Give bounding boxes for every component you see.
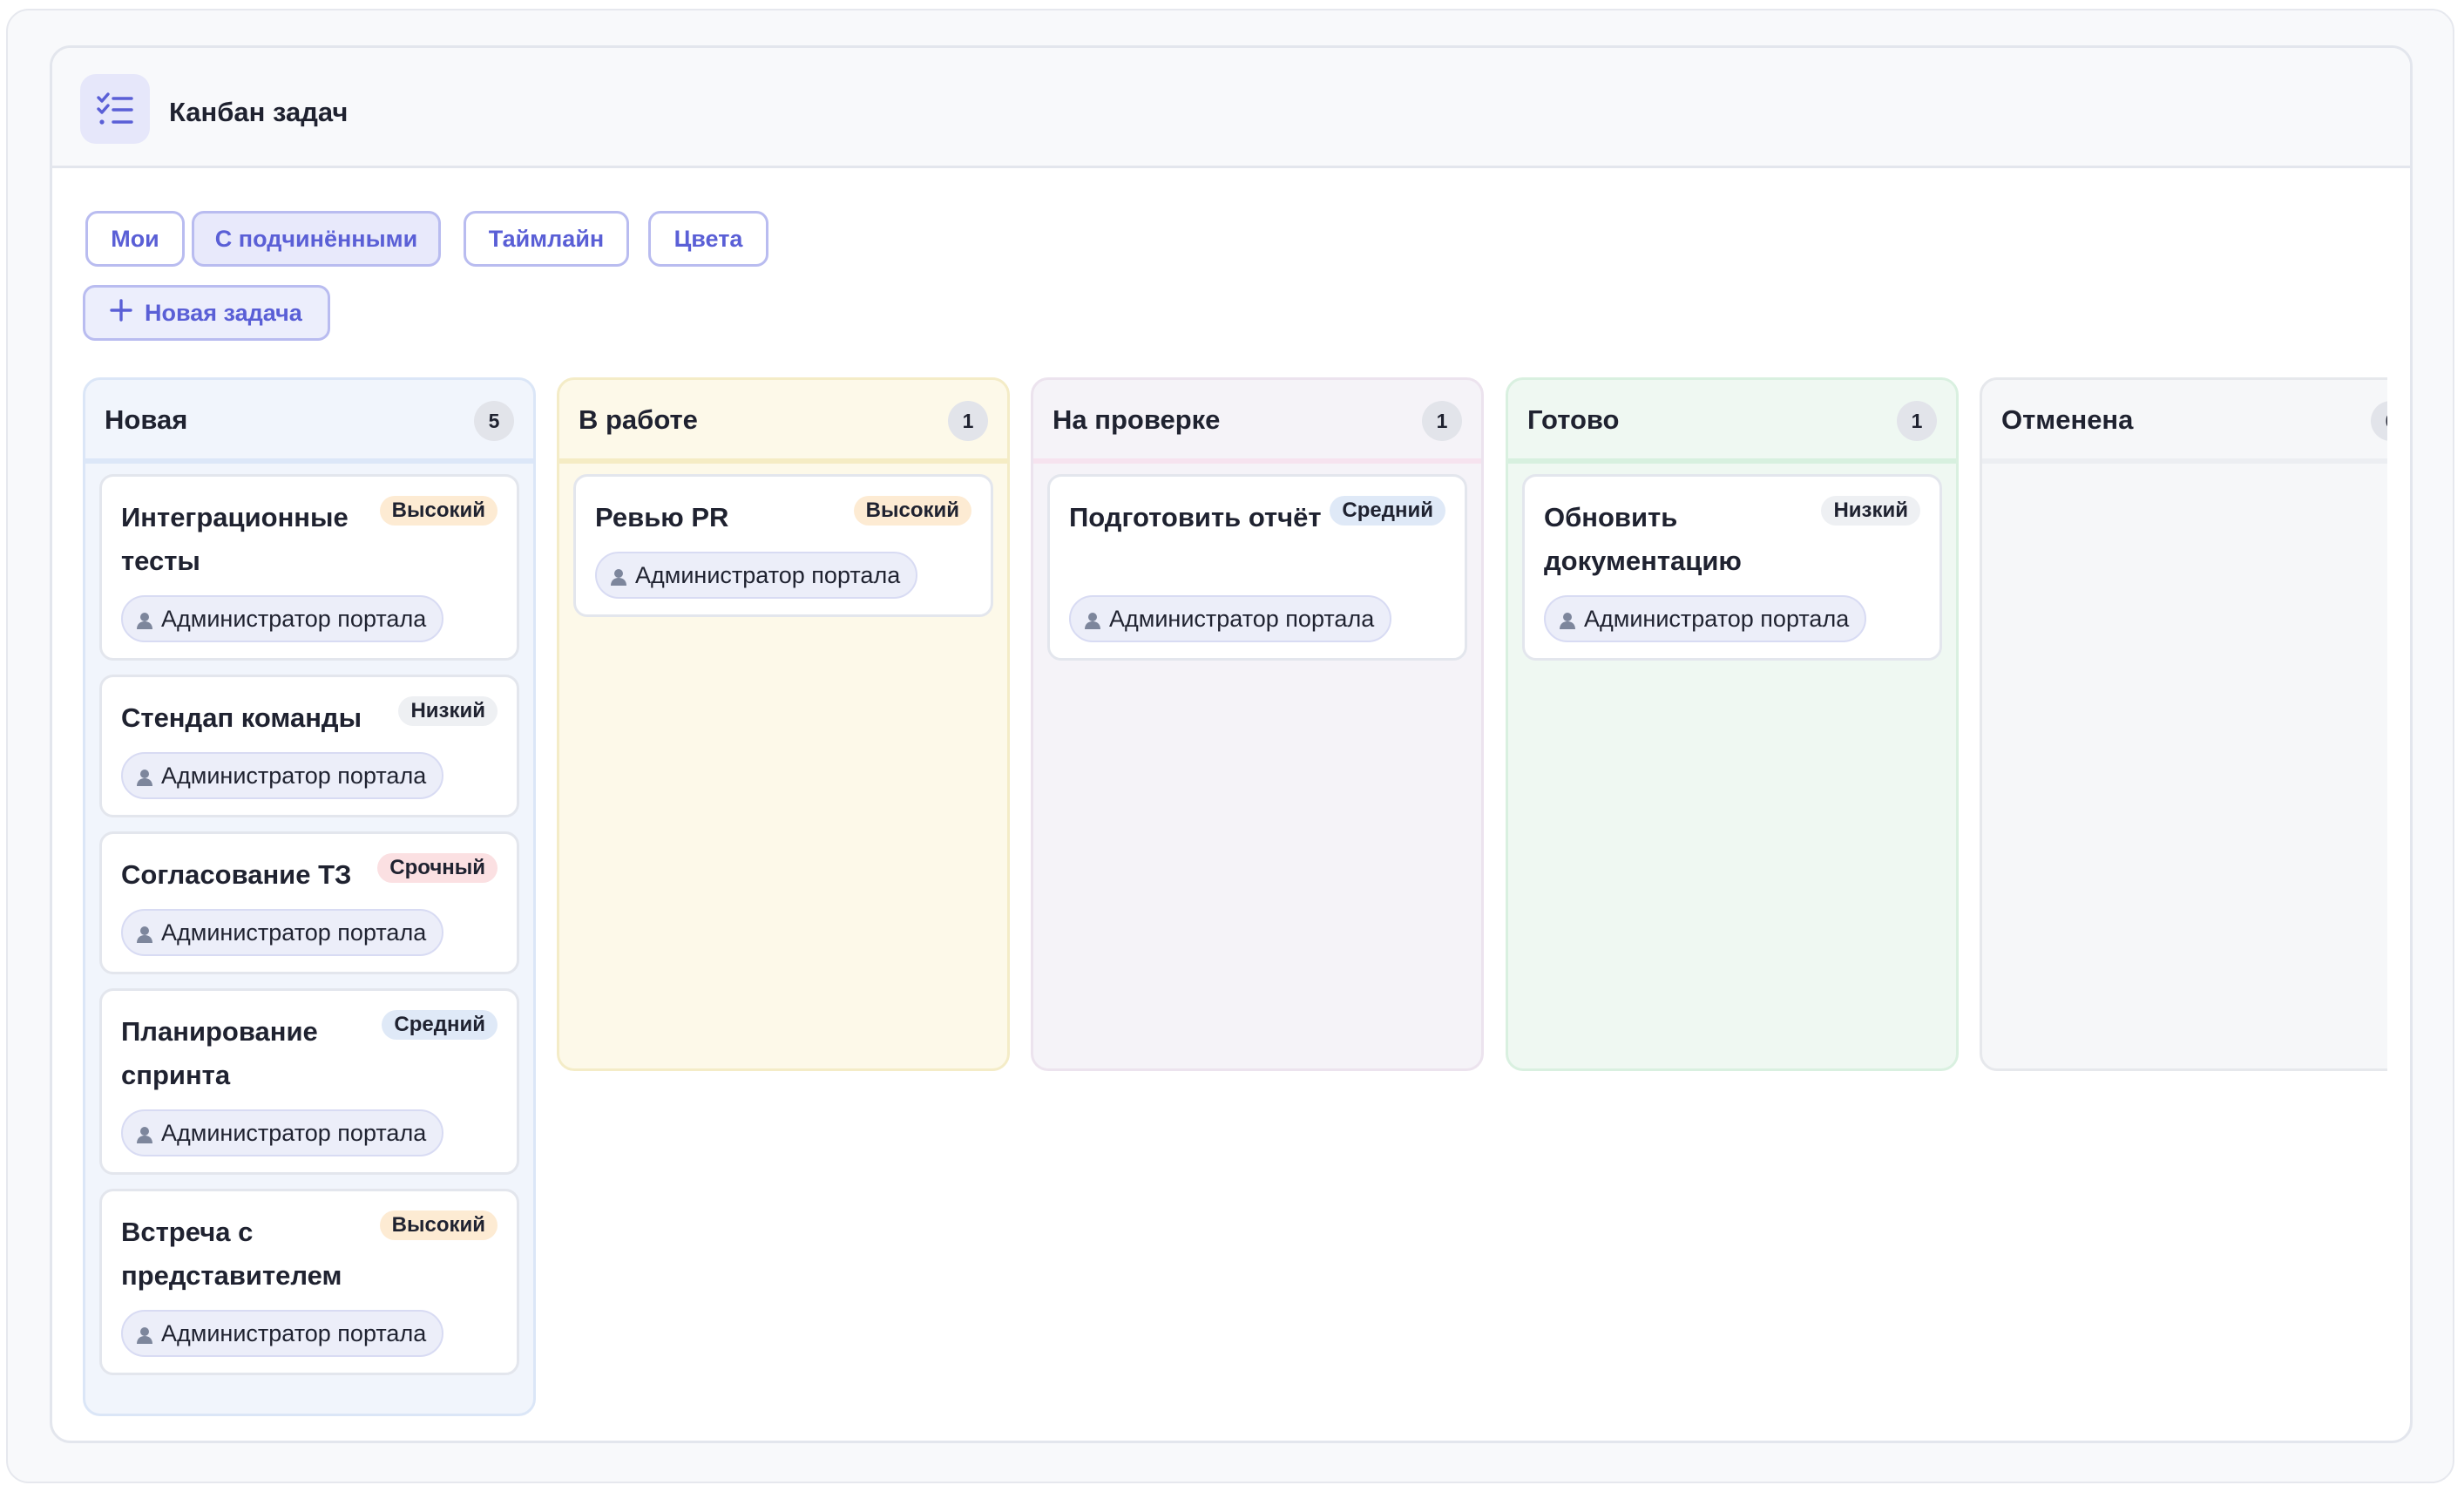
assignee-name: Администратор портала (161, 605, 427, 632)
plus-icon (110, 298, 132, 328)
task-title: Подготовить отчёт (1069, 502, 1322, 532)
assignee-name: Администратор портала (635, 561, 901, 588)
checklist-icon (80, 74, 150, 144)
assignee-name: Администратор портала (161, 1319, 427, 1346)
priority-badge: Средний (382, 1010, 498, 1040)
assignee-chip[interactable]: Администратор портала (121, 909, 444, 956)
column-title: Готово (1527, 404, 1620, 435)
column-count-badge: 5 (474, 401, 514, 441)
task-card[interactable]: Ревью PR Высокий Администратор портала (573, 474, 993, 617)
filter-colors-button[interactable]: Цвета (648, 211, 768, 267)
column-4: Отменена 0 (1980, 377, 2387, 1071)
column-header: Отменена 0 (1982, 380, 2387, 464)
assignee-name: Администратор портала (161, 762, 427, 789)
assignee-name: Администратор портала (161, 1119, 427, 1146)
card-list: Подготовить отчёт Средний Администратор по… (1033, 464, 1481, 687)
assignee-name: Администратор портала (161, 919, 427, 946)
task-card[interactable]: Планирование спринта Средний Администратор… (99, 988, 519, 1175)
assignee-name: Администратор портала (1584, 605, 1850, 632)
task-card[interactable]: Стендап команды Низкий Администратор порта… (99, 675, 519, 817)
column-3: Готово 1 Обновить документацию Низкий Админи… (1506, 377, 1959, 1071)
column-count-badge: 1 (1422, 401, 1462, 441)
column-count-badge: 1 (1897, 401, 1937, 441)
app-frame: Канбан задач Мои С подчинёнными Таймлайн… (6, 9, 2454, 1483)
priority-badge: Низкий (398, 696, 498, 726)
assignee-chip[interactable]: Администратор портала (595, 552, 918, 599)
kanban-panel: Канбан задач Мои С подчинёнными Таймлайн… (50, 45, 2413, 1443)
column-header: На проверке 1 (1033, 380, 1481, 464)
assignee-chip[interactable]: Администратор портала (121, 1109, 444, 1156)
card-list: Ревью PR Высокий Администратор портала (559, 464, 1007, 643)
task-title: Стендап команды (121, 702, 362, 733)
user-icon (1083, 609, 1102, 629)
priority-badge: Срочный (377, 853, 498, 883)
user-icon (609, 566, 628, 586)
task-title: Встреча с представителем (121, 1217, 342, 1291)
priority-badge: Высокий (853, 496, 971, 526)
new-task-button[interactable]: Новая задача (83, 285, 330, 341)
task-title: Согласование ТЗ (121, 859, 352, 890)
column-header: В работе 1 (559, 380, 1007, 464)
task-title: Обновить документацию (1544, 502, 1742, 576)
user-icon (135, 1324, 154, 1344)
assignee-chip[interactable]: Администратор портала (121, 752, 444, 799)
card-list (1982, 464, 2387, 486)
card-list: Интеграционные тесты Высокий Администратор… (85, 464, 533, 1401)
priority-badge: Высокий (379, 1211, 498, 1240)
new-task-label: Новая задача (145, 299, 302, 326)
column-title: Отменена (2001, 404, 2134, 435)
assignee-chip[interactable]: Администратор портала (1544, 595, 1867, 642)
task-card[interactable]: Обновить документацию Низкий Администратор… (1522, 474, 1942, 661)
user-icon (135, 1123, 154, 1143)
user-icon (1558, 609, 1577, 629)
column-2: На проверке 1 Подготовить отчёт Средний Адми… (1031, 377, 1484, 1071)
kanban-board: Новая 5 Интеграционные тесты Высокий Админис… (83, 377, 2387, 1441)
task-card[interactable]: Подготовить отчёт Средний Администратор по… (1047, 474, 1467, 661)
assignee-name: Администратор портала (1109, 605, 1375, 632)
assignee-chip[interactable]: Администратор портала (121, 595, 444, 642)
task-card[interactable]: Интеграционные тесты Высокий Администратор… (99, 474, 519, 661)
filter-subordinates-button[interactable]: С подчинёнными (192, 211, 441, 267)
column-count-badge: 1 (948, 401, 988, 441)
column-header: Готово 1 (1508, 380, 1956, 464)
panel-header: Канбан задач (52, 48, 2410, 168)
column-header: Новая 5 (85, 380, 533, 464)
column-title: Новая (105, 404, 188, 435)
column-0: Новая 5 Интеграционные тесты Высокий Админис… (83, 377, 536, 1416)
page-title: Канбан задач (169, 97, 349, 127)
user-icon (135, 923, 154, 943)
column-1: В работе 1 Ревью PR Высокий Администратор по… (557, 377, 1010, 1071)
task-card[interactable]: Согласование ТЗ Срочный Администратор порт… (99, 831, 519, 974)
task-title: Планирование спринта (121, 1016, 318, 1090)
user-icon (135, 609, 154, 629)
assignee-chip[interactable]: Администратор портала (1069, 595, 1392, 642)
column-title: В работе (579, 404, 698, 435)
task-title: Интеграционные тесты (121, 502, 349, 576)
filter-my-button[interactable]: Мои (85, 211, 185, 267)
column-count-badge: 0 (2371, 401, 2387, 441)
priority-badge: Низкий (1821, 496, 1920, 526)
priority-badge: Высокий (379, 496, 498, 526)
assignee-chip[interactable]: Администратор портала (121, 1310, 444, 1357)
card-list: Обновить документацию Низкий Администратор… (1508, 464, 1956, 687)
column-title: На проверке (1053, 404, 1221, 435)
filter-timeline-button[interactable]: Таймлайн (464, 211, 629, 267)
user-icon (135, 766, 154, 786)
task-title: Ревью PR (595, 502, 729, 532)
task-card[interactable]: Встреча с представителем Высокий Администр… (99, 1189, 519, 1375)
priority-badge: Средний (1330, 496, 1445, 526)
